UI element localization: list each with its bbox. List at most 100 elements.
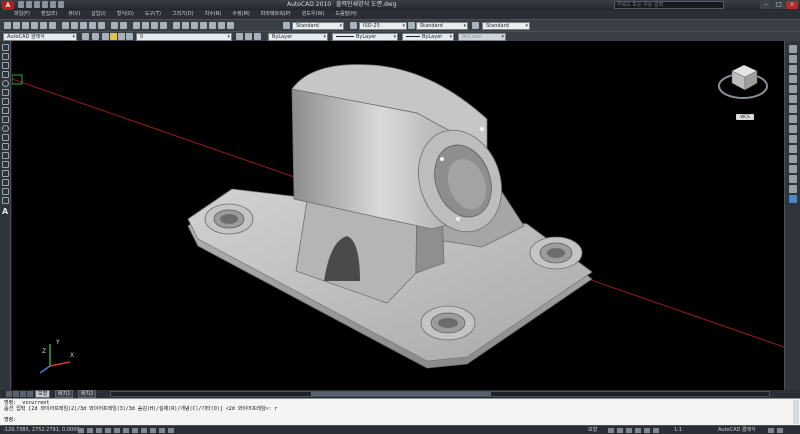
polar-toggle[interactable] <box>105 428 111 433</box>
menu-format[interactable]: 형식(O) <box>117 10 134 19</box>
last-tab-button[interactable] <box>27 391 33 397</box>
maximize-button[interactable]: □ <box>773 1 785 9</box>
mleader-style-select[interactable]: Standard <box>482 22 530 30</box>
explode-icon[interactable] <box>789 195 797 203</box>
extend-icon[interactable] <box>789 145 797 153</box>
menu-parametric[interactable]: 파라메트릭(P) <box>261 10 291 19</box>
menu-draw[interactable]: 그리기(D) <box>172 10 194 19</box>
quick-view-drawings-icon[interactable] <box>617 428 623 433</box>
search-input[interactable]: 키워드 또는 구문 입력 <box>614 1 724 9</box>
close-button[interactable]: × <box>786 1 798 9</box>
menu-view[interactable]: 뷰(V) <box>68 10 80 19</box>
application-menu-button[interactable]: A <box>2 1 14 10</box>
scroll-thumb[interactable] <box>311 392 491 396</box>
drawing-viewport[interactable]: Y X Z WCS <box>12 41 784 390</box>
dim-style-select[interactable]: ISO-25 <box>359 22 407 30</box>
line-icon[interactable] <box>2 44 9 51</box>
gradient-icon[interactable] <box>2 179 9 186</box>
undo-icon[interactable] <box>111 22 118 29</box>
save-icon[interactable] <box>22 22 29 29</box>
point-icon[interactable] <box>2 161 9 168</box>
break-icon[interactable] <box>789 155 797 163</box>
command-line[interactable]: 명령: _vscurrent 옵션 입력 [2d 와이어프레임(2)/3d 와이… <box>0 398 800 425</box>
steeringwheel-icon[interactable] <box>644 428 650 433</box>
qp-toggle[interactable] <box>168 428 174 433</box>
tab-model[interactable]: 모형 <box>35 390 51 398</box>
new-icon[interactable] <box>4 22 11 29</box>
quickcalc-icon[interactable] <box>218 22 225 29</box>
tab-layout1[interactable]: 배치1 <box>55 390 74 398</box>
wcs-menu-button[interactable]: WCS <box>736 114 754 120</box>
spline-icon[interactable] <box>2 116 9 123</box>
redo-icon[interactable] <box>50 1 56 8</box>
menu-tools[interactable]: 도구(T) <box>145 10 161 19</box>
horizontal-scrollbar[interactable] <box>110 391 770 397</box>
tab-layout2[interactable]: 배치2 <box>78 390 97 398</box>
hatch-icon[interactable] <box>2 170 9 177</box>
menu-insert[interactable]: 삽입(I) <box>91 10 106 19</box>
text-style-select[interactable]: Standard <box>292 22 344 30</box>
join-icon[interactable] <box>789 165 797 173</box>
region-icon[interactable] <box>2 188 9 195</box>
arc-icon[interactable] <box>2 98 9 105</box>
dyn-toggle[interactable] <box>150 428 156 433</box>
open-icon[interactable] <box>13 22 20 29</box>
layer-previous-icon[interactable] <box>245 33 252 40</box>
menu-help[interactable]: 도움말(H) <box>335 10 356 19</box>
open-icon[interactable] <box>26 1 32 8</box>
match-properties-icon[interactable] <box>89 22 96 29</box>
minimize-button[interactable]: – <box>760 1 772 9</box>
undo-icon[interactable] <box>42 1 48 8</box>
menu-dimension[interactable]: 치수(N) <box>205 10 222 19</box>
layer-state-icon[interactable] <box>254 33 261 40</box>
command-scrollbar[interactable] <box>793 400 799 424</box>
layer-select[interactable]: 0 <box>136 33 232 41</box>
ellipse-arc-icon[interactable] <box>2 134 9 141</box>
copy-icon[interactable] <box>71 22 78 29</box>
properties-icon[interactable] <box>173 22 180 29</box>
table-icon[interactable] <box>2 197 9 204</box>
color-select[interactable]: ByLayer <box>268 33 328 41</box>
ducs-toggle[interactable] <box>141 428 147 433</box>
grid-toggle[interactable] <box>87 428 93 433</box>
quick-view-layouts-icon[interactable] <box>608 428 614 433</box>
zoom-previous-icon[interactable] <box>160 22 167 29</box>
plot-preview-icon[interactable] <box>40 22 47 29</box>
copy-object-icon[interactable] <box>789 55 797 63</box>
table-style-select[interactable]: Standard <box>416 22 468 30</box>
help-icon[interactable] <box>227 22 234 29</box>
pan-status-icon[interactable] <box>626 428 632 433</box>
trim-icon[interactable] <box>789 135 797 143</box>
menu-modify[interactable]: 수정(M) <box>232 10 249 19</box>
model-space-button[interactable]: 모형 <box>588 427 597 434</box>
menu-file[interactable]: 파일(F) <box>14 10 30 19</box>
lineweight-select[interactable]: ByLayer <box>402 33 454 41</box>
polyline-icon[interactable] <box>2 62 9 69</box>
block-editor-icon[interactable] <box>98 22 105 29</box>
tool-palettes-icon[interactable] <box>191 22 198 29</box>
workspace-settings-icon[interactable] <box>82 33 89 40</box>
move-icon[interactable] <box>789 95 797 103</box>
mirror-icon[interactable] <box>789 65 797 73</box>
layer-properties-icon[interactable] <box>92 33 99 40</box>
revision-cloud-icon[interactable] <box>2 107 9 114</box>
make-block-icon[interactable] <box>2 152 9 159</box>
rectangle-icon[interactable] <box>2 89 9 96</box>
lock-ui-icon[interactable] <box>768 428 774 433</box>
circle-icon[interactable] <box>2 80 9 87</box>
save-icon[interactable] <box>34 1 40 8</box>
viewcube[interactable] <box>718 64 768 99</box>
next-tab-button[interactable] <box>20 391 26 397</box>
osnap-toggle[interactable] <box>114 428 120 433</box>
stretch-icon[interactable] <box>789 125 797 133</box>
make-current-layer-icon[interactable] <box>236 33 243 40</box>
polygon-icon[interactable] <box>2 71 9 78</box>
annotation-scale[interactable]: 1:1 <box>674 427 682 434</box>
sheet-set-icon[interactable] <box>200 22 207 29</box>
menu-edit[interactable]: 편집(E) <box>41 10 57 19</box>
publish-icon[interactable] <box>49 22 56 29</box>
new-icon[interactable] <box>18 1 24 8</box>
plot-icon[interactable] <box>58 1 64 8</box>
insert-block-icon[interactable] <box>2 143 9 150</box>
workspace-select[interactable]: AutoCAD 클래식 <box>3 33 77 41</box>
